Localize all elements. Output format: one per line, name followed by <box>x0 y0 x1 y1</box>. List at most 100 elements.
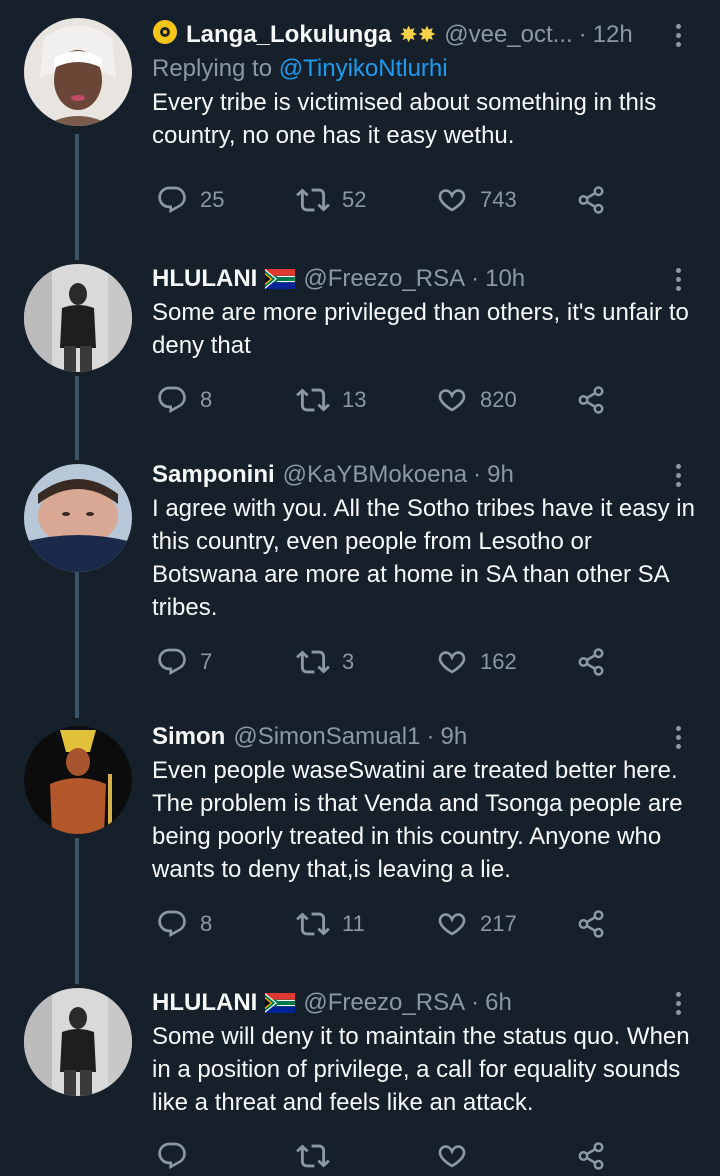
like-count: 162 <box>480 649 517 674</box>
tweet-header: Samponini @KaYBMokoena · 9h <box>152 458 696 492</box>
like-button[interactable]: 162 <box>436 646 576 678</box>
tweet-text: I agree with you. All the Sotho tribes h… <box>152 495 695 621</box>
like-button[interactable]: 820 <box>436 384 576 416</box>
reply-button[interactable]: 25 <box>156 184 296 216</box>
retweet-icon <box>296 183 330 217</box>
tweet-header: HLULANI @Freezo_RSA · 6h <box>152 986 696 1020</box>
like-count: 743 <box>480 187 517 212</box>
tweet-header: Langa_Lokulunga ✸✸ @vee_oct... · 12h <box>152 18 696 52</box>
display-name[interactable]: Langa_Lokulunga <box>186 21 391 49</box>
retweet-icon <box>296 383 330 417</box>
share-button[interactable] <box>576 1141 616 1171</box>
reply-icon <box>156 384 188 416</box>
more-vert-icon[interactable] <box>660 986 696 1020</box>
timestamp[interactable]: 9h <box>440 723 467 751</box>
display-name[interactable]: Samponini <box>152 461 275 489</box>
timestamp[interactable]: 10h <box>485 265 525 293</box>
user-handle[interactable]: @Freezo_RSA <box>303 265 465 293</box>
share-icon <box>576 185 606 215</box>
share-icon <box>576 1141 606 1171</box>
replying-to: Replying to @TinyikoNtlurhi <box>152 52 696 86</box>
retweet-count: 3 <box>342 649 355 674</box>
display-name[interactable]: Simon <box>152 723 225 751</box>
tweet-text: Even people waseSwatini are treated bett… <box>152 757 683 883</box>
separator: · <box>426 723 435 750</box>
tweet-actions <box>156 1136 616 1176</box>
more-vert-icon[interactable] <box>660 458 696 492</box>
reply-button[interactable]: 8 <box>156 384 296 416</box>
name-suffix: ✸✸ <box>399 22 437 47</box>
share-button[interactable] <box>576 185 616 215</box>
tweet-actions: 7 3 162 <box>156 642 616 682</box>
separator: · <box>471 989 480 1016</box>
thread-line <box>75 572 79 718</box>
retweet-button[interactable] <box>296 1139 436 1173</box>
reply-count: 8 <box>200 387 213 412</box>
retweet-button[interactable]: 52 <box>296 183 436 217</box>
user-handle[interactable]: @vee_oct... <box>444 21 572 49</box>
reply-button[interactable] <box>156 1140 296 1172</box>
more-vert-icon[interactable] <box>660 18 696 52</box>
display-name[interactable]: HLULANI <box>152 989 257 1017</box>
reply-icon <box>156 646 188 678</box>
like-icon <box>436 1140 468 1172</box>
reply-icon <box>156 908 188 940</box>
like-icon <box>436 384 468 416</box>
south-africa-flag-icon <box>265 993 295 1013</box>
thread-line <box>75 838 79 984</box>
like-button[interactable] <box>436 1140 576 1172</box>
user-handle[interactable]: @Freezo_RSA <box>303 989 465 1017</box>
avatar[interactable] <box>24 18 132 126</box>
retweet-icon <box>296 645 330 679</box>
like-button[interactable]: 743 <box>436 184 576 216</box>
avatar[interactable] <box>24 464 132 572</box>
retweet-icon <box>296 907 330 941</box>
avatar[interactable] <box>24 726 132 834</box>
like-count: 820 <box>480 387 517 412</box>
like-icon <box>436 908 468 940</box>
south-africa-flag-icon <box>265 269 295 289</box>
share-button[interactable] <box>576 909 616 939</box>
user-handle[interactable]: @SimonSamual1 <box>233 723 420 751</box>
reply-button[interactable]: 8 <box>156 908 296 940</box>
reply-button[interactable]: 7 <box>156 646 296 678</box>
separator: · <box>578 21 587 48</box>
tweet-header: Simon @SimonSamual1 · 9h <box>152 720 696 754</box>
thread-line <box>75 376 79 460</box>
tweet-text: Some are more privileged than others, it… <box>152 299 689 359</box>
retweet-count: 11 <box>342 911 365 936</box>
spinner-badge-icon <box>152 19 178 52</box>
share-button[interactable] <box>576 385 616 415</box>
replying-to-label: Replying to <box>152 55 273 82</box>
tweet-actions: 25 52 743 <box>156 180 616 220</box>
retweet-count: 52 <box>342 187 367 212</box>
user-handle[interactable]: @KaYBMokoena <box>283 461 467 489</box>
reply-count: 8 <box>200 911 213 936</box>
retweet-button[interactable]: 11 <box>296 907 436 941</box>
tweet-text: Every tribe is victimised about somethin… <box>152 89 657 149</box>
avatar[interactable] <box>24 988 132 1096</box>
display-name[interactable]: HLULANI <box>152 265 257 293</box>
avatar[interactable] <box>24 264 132 372</box>
reply-icon <box>156 1140 188 1172</box>
like-button[interactable]: 217 <box>436 908 576 940</box>
tweet-actions: 8 13 820 <box>156 380 616 420</box>
reply-count: 7 <box>200 649 213 674</box>
share-button[interactable] <box>576 647 616 677</box>
like-icon <box>436 646 468 678</box>
like-count: 217 <box>480 911 517 936</box>
timestamp[interactable]: 6h <box>485 989 512 1017</box>
thread-line <box>75 134 79 260</box>
more-vert-icon[interactable] <box>660 720 696 754</box>
retweet-button[interactable]: 13 <box>296 383 436 417</box>
tweet-text: Some will deny it to maintain the status… <box>152 1023 690 1116</box>
separator: · <box>471 265 480 292</box>
timestamp[interactable]: 12h <box>593 21 633 49</box>
replying-to-link[interactable]: @TinyikoNtlurhi <box>279 55 448 82</box>
more-vert-icon[interactable] <box>660 262 696 296</box>
retweet-count: 13 <box>342 387 367 412</box>
reply-icon <box>156 184 188 216</box>
timestamp[interactable]: 9h <box>487 461 514 489</box>
retweet-button[interactable]: 3 <box>296 645 436 679</box>
retweet-icon <box>296 1139 330 1173</box>
